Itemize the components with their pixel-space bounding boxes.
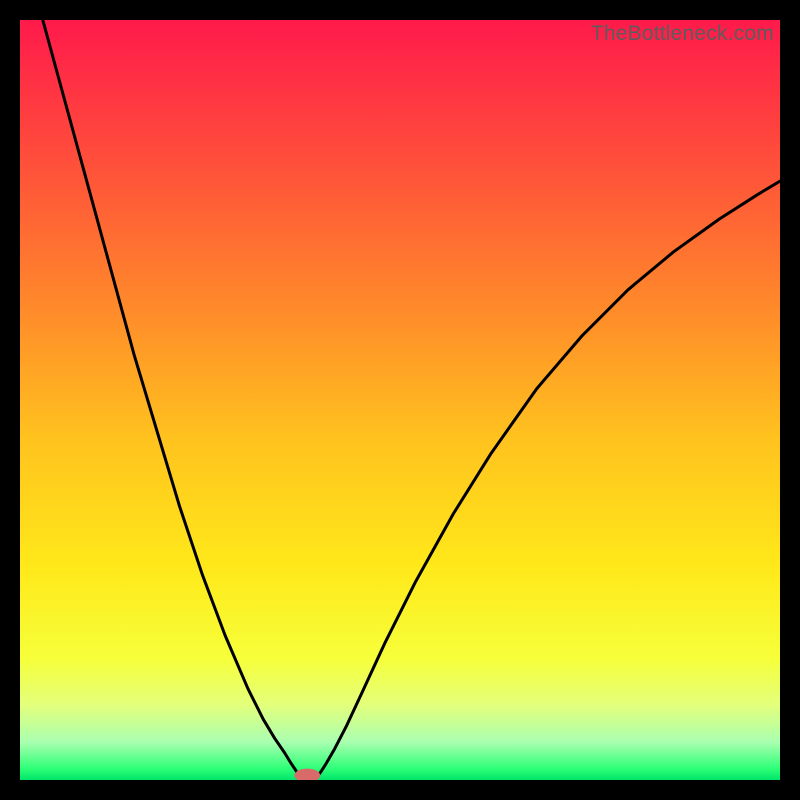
- chart-background-gradient: [20, 20, 780, 780]
- chart-frame: TheBottleneck.com: [20, 20, 780, 780]
- bottleneck-chart: [20, 20, 780, 780]
- watermark-text: TheBottleneck.com: [591, 22, 774, 46]
